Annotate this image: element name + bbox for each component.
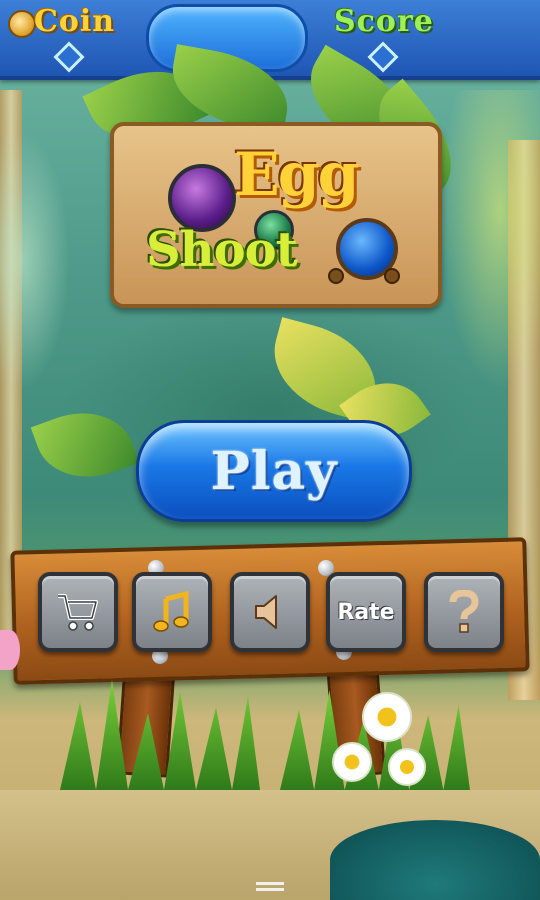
logo-title-line2: Shoot xyxy=(146,222,298,278)
music-note-icon xyxy=(153,591,189,632)
menu-handle-icon[interactable] xyxy=(256,882,284,894)
shooter-bolt-icon xyxy=(384,268,400,284)
question-mark-icon xyxy=(449,590,479,633)
daisy-flower xyxy=(362,692,412,742)
coin-label: Coin xyxy=(34,4,116,39)
play-button-label: Play xyxy=(210,440,338,502)
help-button[interactable] xyxy=(424,572,504,652)
daisy-flower xyxy=(332,742,372,782)
shop-button[interactable] xyxy=(38,572,118,652)
pink-flower-left xyxy=(0,630,20,670)
logo-title-line1: Egg xyxy=(234,140,360,210)
dark-foliage-bottom-right xyxy=(330,820,540,900)
game-screen: Coin Score Egg Shoot Play Rate xyxy=(0,0,540,900)
rate-button-label: Rate xyxy=(337,599,395,625)
daisy-flower xyxy=(388,748,426,786)
cart-icon xyxy=(58,594,98,631)
play-button[interactable]: Play xyxy=(136,420,412,522)
sound-button[interactable] xyxy=(230,572,310,652)
music-button[interactable] xyxy=(132,572,212,652)
score-label: Score xyxy=(334,4,434,39)
speaker-icon xyxy=(255,595,277,629)
shooter-bolt-icon xyxy=(328,268,344,284)
rate-button[interactable]: Rate xyxy=(326,572,406,652)
coin-icon xyxy=(8,10,36,38)
